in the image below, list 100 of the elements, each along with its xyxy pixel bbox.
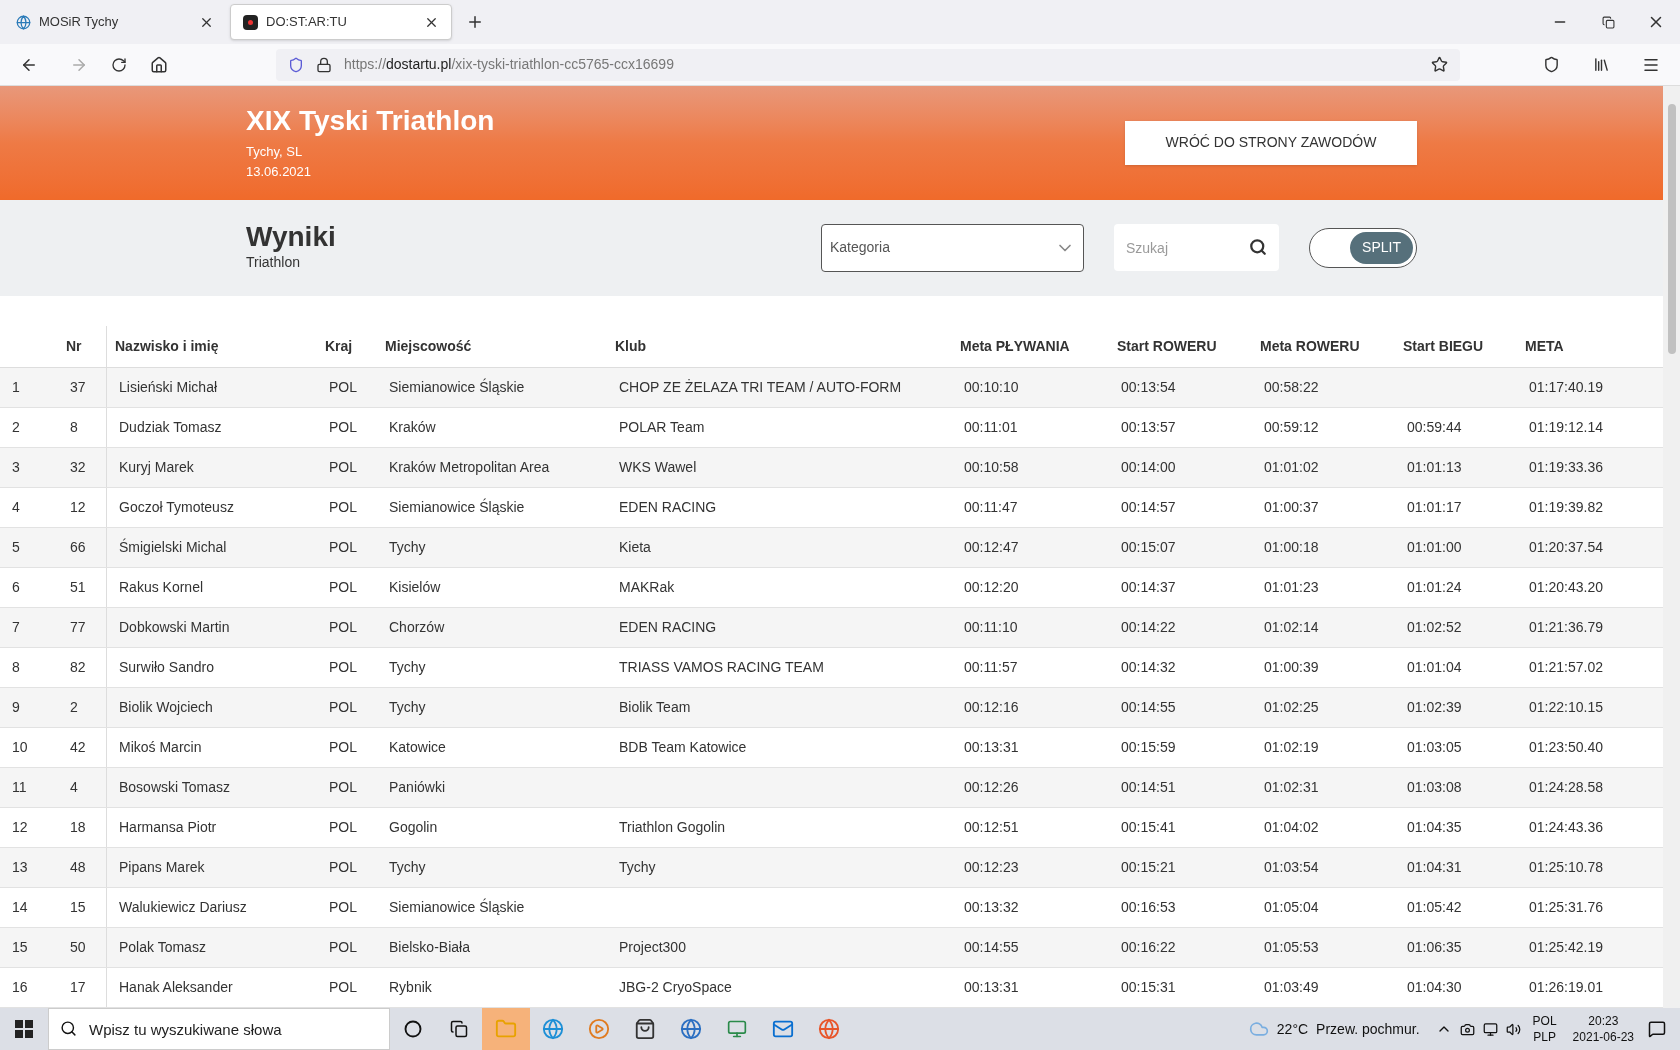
shield-icon <box>288 56 304 73</box>
club-cell-text: TRIASS VAMOS RACING TEAM <box>619 658 824 677</box>
time-cell-text: 01:04:35 <box>1407 818 1462 837</box>
bib-number-cell-text: 50 <box>70 938 86 957</box>
category-select[interactable]: Kategoria <box>821 223 1084 272</box>
club-cell-text: Tychy <box>619 858 656 877</box>
finish-time-cell-text: 01:22:10.15 <box>1529 698 1603 717</box>
time-cell-text: 01:04:30 <box>1407 978 1462 997</box>
athlete-name-cell-text: Dudziak Tomasz <box>119 418 222 437</box>
time-cell-text: 01:01:17 <box>1407 498 1462 517</box>
time-cell-text: 00:12:23 <box>964 858 1019 877</box>
club-cell-text: CHOP ZE ŻELAZA TRI TEAM / AUTO-FORM <box>619 378 902 397</box>
athlete-name-cell-text: Polak Tomasz <box>119 938 206 957</box>
site-favicon-icon <box>16 14 31 30</box>
finish-time-cell-text: 01:21:57.02 <box>1529 658 1603 677</box>
browser-tab[interactable]: DO:ST:AR:TU <box>230 4 452 40</box>
column-header: Meta ROWERU <box>1260 337 1360 356</box>
city-cell-text: Bielsko-Biała <box>389 938 470 957</box>
search-icon <box>60 1020 77 1037</box>
place-cell-text: 2 <box>12 418 20 437</box>
city-cell-text: Siemianowice Śląskie <box>389 377 525 397</box>
search-field[interactable]: Szukaj <box>1114 224 1279 272</box>
finish-time-cell-text: 01:24:28.58 <box>1529 778 1603 797</box>
athlete-name-cell-text: Kuryj Marek <box>119 458 194 477</box>
bib-number-cell-text: 32 <box>70 458 86 477</box>
time-cell-text: 00:59:44 <box>1407 418 1462 437</box>
time-cell-text: 01:03:49 <box>1264 978 1319 997</box>
club-cell-text: POLAR Team <box>619 418 705 437</box>
time-cell-text: 00:58:22 <box>1264 378 1319 397</box>
time-cell-text: 00:12:20 <box>964 578 1019 597</box>
athlete-name-cell-text: Mikoś Marcin <box>119 738 202 757</box>
time-cell-text: 00:13:57 <box>1121 418 1176 437</box>
athlete-name-cell-text: Pipans Marek <box>119 858 205 877</box>
country-cell-text: POL <box>329 858 357 877</box>
time-cell-text: 01:02:25 <box>1264 698 1319 717</box>
bib-number-cell-text: 15 <box>70 898 86 917</box>
city-cell-text: Gogolin <box>389 818 438 837</box>
taskbar-search-field[interactable]: Wpisz tu wyszukiwane słowa <box>48 1008 390 1050</box>
time-cell-text: 00:12:51 <box>964 818 1019 837</box>
country-cell-text: POL <box>329 538 357 557</box>
bib-number-cell-text: 8 <box>70 418 78 437</box>
place-cell-text: 16 <box>12 978 28 997</box>
time-cell-text: 00:13:32 <box>964 898 1019 917</box>
city-cell-text: Siemianowice Śląskie <box>389 897 525 917</box>
finish-time-cell-text: 01:19:39.82 <box>1529 498 1603 517</box>
time-cell-text: 01:06:35 <box>1407 938 1462 957</box>
time-cell-text: 01:05:04 <box>1264 898 1319 917</box>
finish-time-cell-text: 01:17:40.19 <box>1529 378 1603 397</box>
athlete-name-cell-text: Śmigielski Michal <box>119 537 227 557</box>
bookmark-star-icon[interactable] <box>1431 56 1448 73</box>
time-cell-text: 00:13:54 <box>1121 378 1176 397</box>
time-cell-text: 00:16:22 <box>1121 938 1176 957</box>
time-cell-text: 01:02:14 <box>1264 618 1319 637</box>
city-cell-text: Tychy <box>389 658 426 677</box>
lock-icon <box>316 56 332 73</box>
time-cell-text: 01:01:13 <box>1407 458 1462 477</box>
city-cell-text: Paniówki <box>389 778 446 797</box>
time-cell-text: 01:01:04 <box>1407 658 1462 677</box>
bib-number-cell-text: 82 <box>70 658 86 677</box>
city-cell-text: Siemianowice Śląskie <box>389 497 525 517</box>
scrollbar[interactable] <box>1663 86 1680 1008</box>
weather-condition: Przew. pochmur. <box>1316 1019 1420 1039</box>
time-cell-text: 00:12:26 <box>964 778 1019 797</box>
volume-icon[interactable] <box>1505 1021 1521 1037</box>
place-cell-text: 11 <box>12 778 27 797</box>
time-cell-text: 00:13:31 <box>964 978 1019 997</box>
athlete-name-cell-text: Surwiło Sandro <box>119 658 214 677</box>
country-cell-text: POL <box>329 658 357 677</box>
time-cell-text: 00:14:55 <box>1121 698 1176 717</box>
time-cell-text: 00:14:22 <box>1121 618 1176 637</box>
new-tab-icon[interactable] <box>466 13 484 31</box>
time-cell-text: 00:11:57 <box>964 658 1018 677</box>
restore-icon[interactable] <box>1602 15 1615 29</box>
search-icon[interactable] <box>1249 238 1267 257</box>
bib-number-cell-text: 4 <box>70 778 78 797</box>
network-icon[interactable] <box>1482 1021 1498 1037</box>
browser-tab[interactable]: MOSiR Tychy <box>4 4 226 40</box>
bib-number-cell-text: 12 <box>70 498 86 517</box>
city-cell-text: Tychy <box>389 538 426 557</box>
column-header: Miejscowość <box>385 337 472 356</box>
finish-time-cell-text: 01:20:43.20 <box>1529 578 1603 597</box>
language-code[interactable]: POL <box>1532 1013 1557 1029</box>
country-cell-text: POL <box>329 498 357 517</box>
club-cell-text: Biolik Team <box>619 698 691 717</box>
time-cell-text: 00:12:16 <box>964 698 1019 717</box>
bib-number-cell-text: 42 <box>70 738 86 757</box>
event-location: Tychy, SL <box>246 143 304 162</box>
back-to-event-button[interactable]: WRÓĆ DO STRONY ZAWODÓW <box>1125 120 1417 165</box>
results-heading: Wyniki <box>246 222 336 253</box>
time-cell-text: 01:04:02 <box>1264 818 1319 837</box>
split-toggle[interactable]: SPLIT <box>1309 227 1417 268</box>
address-bar[interactable]: https://dostartu.pl/xix-tyski-triathlon-cc5765-ccx16699 <box>276 48 1460 81</box>
keyboard-layout[interactable]: PLP <box>1533 1029 1556 1045</box>
place-cell-text: 13 <box>12 858 28 877</box>
country-cell-text: POL <box>329 738 357 757</box>
time-cell-text: 00:15:59 <box>1121 738 1176 757</box>
camera-icon[interactable] <box>1459 1021 1475 1037</box>
club-cell-text: Kieta <box>619 538 651 557</box>
time-cell-text: 00:15:41 <box>1121 818 1176 837</box>
country-cell-text: POL <box>329 818 357 837</box>
